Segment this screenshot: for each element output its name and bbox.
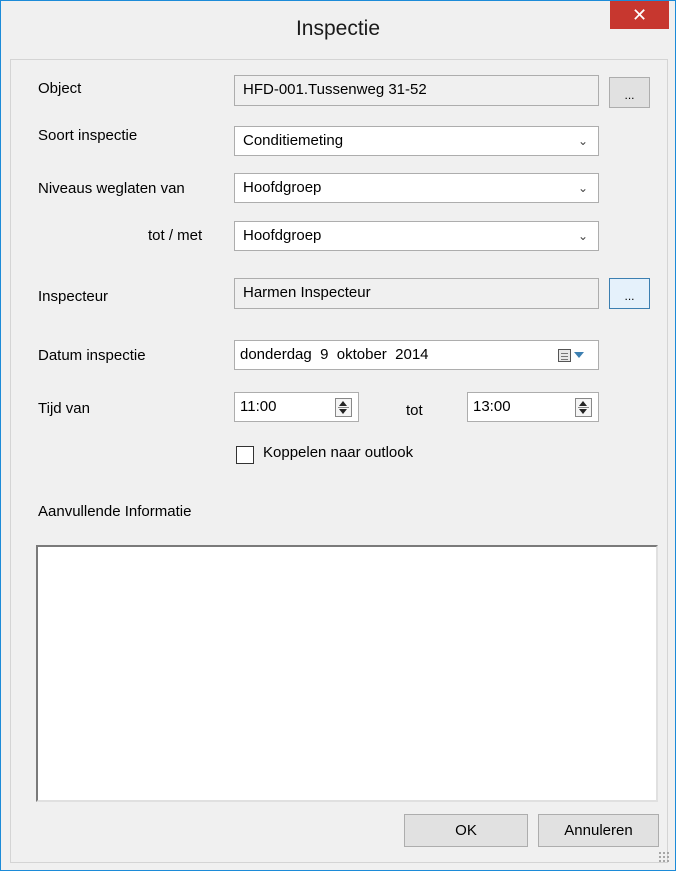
koppelen-checkbox[interactable]	[236, 446, 254, 464]
object-label: Object	[38, 80, 82, 97]
niveaus-weglaten-select[interactable]: Hoofdgroep ⌄	[234, 173, 599, 203]
tijd-tot-value: 13:00	[473, 398, 511, 415]
date-year: 2014	[395, 346, 429, 363]
title-bar: Inspectie ✕	[1, 1, 675, 59]
chevron-down-icon: ⌄	[577, 229, 588, 243]
spinner-icon[interactable]	[335, 398, 352, 417]
spinner-icon[interactable]	[575, 398, 592, 417]
niveaus-weglaten-value: Hoofdgroep	[243, 179, 322, 196]
soort-inspectie-value: Conditiemeting	[243, 132, 344, 149]
date-month: oktober	[336, 346, 387, 363]
cancel-button[interactable]: Annuleren	[538, 814, 659, 847]
inspecteur-label: Inspecteur	[38, 288, 109, 305]
soort-inspectie-label: Soort inspectie	[38, 127, 138, 144]
date-day: 9	[320, 346, 329, 363]
datum-inspectie-label: Datum inspectie	[38, 347, 146, 364]
chevron-down-icon: ⌄	[577, 134, 588, 148]
ok-button[interactable]: OK	[404, 814, 528, 847]
chevron-down-icon: ⌄	[577, 181, 588, 195]
tijd-tot-label: tot	[406, 402, 423, 419]
tijd-van-value: 11:00	[240, 398, 277, 415]
niveaus-weglaten-label: Niveaus weglaten van	[38, 180, 185, 197]
tijd-van-field[interactable]: 11:00	[234, 392, 359, 422]
koppelen-label[interactable]: Koppelen naar outlook	[263, 444, 413, 461]
object-browse-button[interactable]: ...	[609, 77, 650, 108]
aanvullende-informatie-textarea[interactable]	[36, 545, 658, 802]
object-field[interactable]: HFD-001.Tussenweg 31-52	[234, 75, 599, 106]
close-button[interactable]: ✕	[610, 1, 669, 29]
tot-met-value: Hoofdgroep	[243, 227, 322, 244]
window-title: Inspectie	[295, 17, 381, 40]
inspecteur-browse-button[interactable]: ...	[609, 278, 650, 309]
calendar-icon[interactable]	[558, 349, 571, 362]
aanvullende-informatie-label: Aanvullende Informatie	[38, 503, 192, 520]
tijd-tot-field[interactable]: 13:00	[467, 392, 599, 422]
dialog-window: Inspectie ✕ Object HFD-001.Tussenweg 31-…	[0, 0, 676, 871]
datum-inspectie-picker[interactable]: donderdag 9 oktober 2014	[234, 340, 599, 370]
soort-inspectie-select[interactable]: Conditiemeting ⌄	[234, 126, 599, 156]
date-weekday: donderdag	[240, 346, 312, 363]
close-icon: ✕	[631, 5, 648, 25]
tijd-van-label: Tijd van	[38, 400, 90, 417]
tot-met-label: tot / met	[148, 227, 203, 244]
tot-met-select[interactable]: Hoofdgroep ⌄	[234, 221, 599, 251]
resize-grip-icon[interactable]	[658, 851, 671, 864]
inspecteur-field[interactable]: Harmen Inspecteur	[234, 278, 599, 309]
calendar-dropdown-icon[interactable]	[574, 352, 584, 358]
